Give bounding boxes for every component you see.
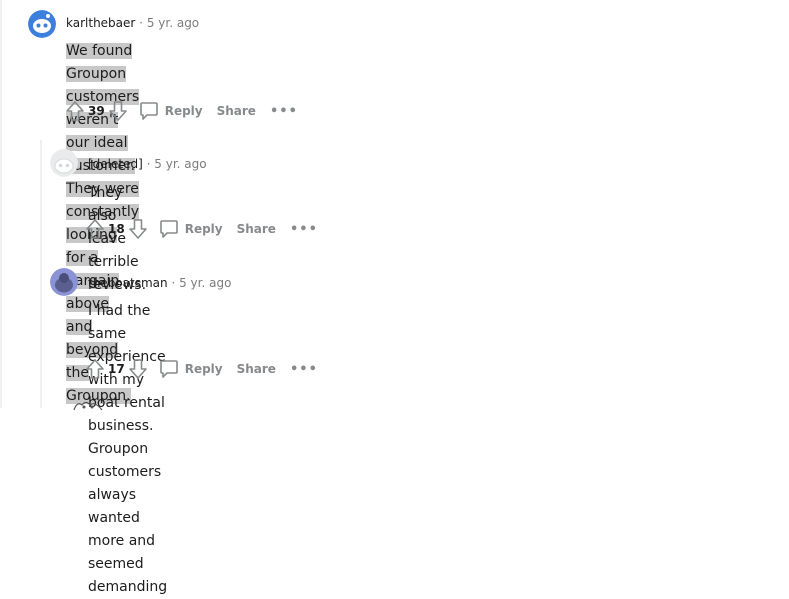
avatar[interactable] <box>28 10 56 38</box>
comment-body: I had the same experience with my boat r… <box>88 300 167 599</box>
author-label: [deleted] <box>88 157 143 171</box>
comment-bubble-icon <box>159 360 178 378</box>
snoo-avatar-icon <box>28 10 56 38</box>
timestamp[interactable]: 5 yr. ago <box>154 157 206 171</box>
avatar[interactable] <box>50 268 78 296</box>
more-options-icon[interactable]: ••• <box>290 222 318 237</box>
timestamp[interactable]: 5 yr. ago <box>179 276 231 290</box>
upvote-arrow-icon[interactable] <box>86 359 104 379</box>
downvote-arrow-icon[interactable] <box>108 101 127 121</box>
vote-score: 18 <box>108 222 125 236</box>
downvote-arrow-icon[interactable] <box>128 219 147 239</box>
comment-bubble-icon <box>139 102 158 120</box>
thread-line-left[interactable] <box>0 0 2 408</box>
snoo-avatar-icon <box>73 401 103 411</box>
comment-text-line: more and seemed demanding <box>88 533 168 595</box>
reply-label: Reply <box>164 104 203 118</box>
comment-actions: 18 Reply Share ••• <box>86 218 318 240</box>
share-button[interactable]: Share <box>217 104 256 118</box>
avatar <box>50 149 78 177</box>
vote-score: 17 <box>108 362 125 376</box>
reply-button[interactable]: Reply <box>139 101 203 121</box>
more-options-icon[interactable]: ••• <box>270 104 298 119</box>
comment-bubble-icon <box>159 220 178 238</box>
reply-button[interactable]: Reply <box>159 219 223 239</box>
comment-meta: theboatsman · 5 yr. ago <box>88 276 231 290</box>
comment-actions: 17 Reply Share ••• <box>86 358 318 380</box>
vote-score: 39 <box>88 104 105 118</box>
comment-actions: 39 Reply Share ••• <box>66 100 298 122</box>
share-button[interactable]: Share <box>237 222 276 236</box>
meta-separator: · <box>171 276 176 290</box>
reply-label: Reply <box>184 222 223 236</box>
snoo-avatar-icon <box>50 268 78 296</box>
timestamp[interactable]: 5 yr. ago <box>147 16 199 30</box>
comment-meta: [deleted] · 5 yr. ago <box>88 157 207 171</box>
comment-meta: karlthebaer · 5 yr. ago <box>66 16 199 30</box>
downvote-arrow-icon[interactable] <box>128 359 147 379</box>
upvote-arrow-icon[interactable] <box>86 219 104 239</box>
author-link[interactable]: theboatsman <box>88 276 168 290</box>
more-options-icon[interactable]: ••• <box>290 362 318 377</box>
reply-button[interactable]: Reply <box>159 359 223 379</box>
thread-line-nested[interactable] <box>40 140 42 408</box>
author-link[interactable]: karlthebaer <box>66 16 135 30</box>
partial-avatar[interactable] <box>72 396 104 415</box>
meta-separator: · <box>139 16 143 30</box>
deleted-user-avatar-icon <box>50 149 78 177</box>
reply-label: Reply <box>184 362 223 376</box>
upvote-arrow-icon[interactable] <box>66 101 84 121</box>
meta-separator: · <box>146 157 151 171</box>
share-button[interactable]: Share <box>237 362 276 376</box>
